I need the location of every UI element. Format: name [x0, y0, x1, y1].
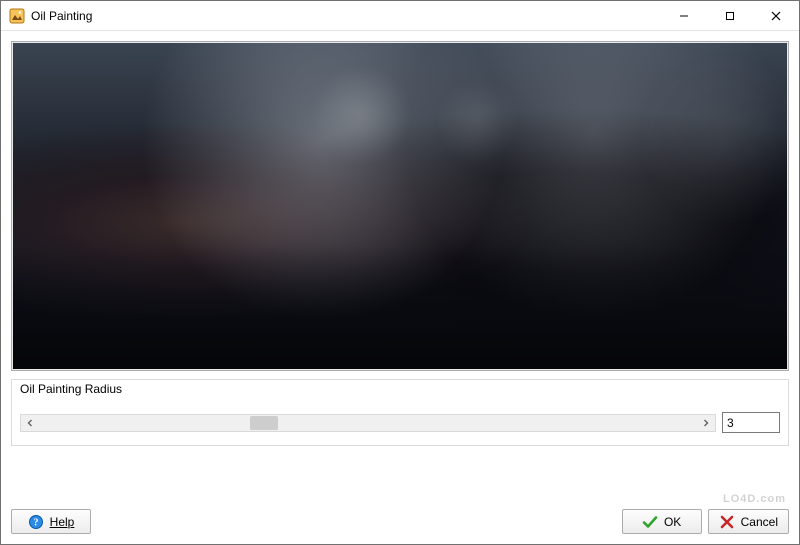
radius-slider-row: [20, 412, 780, 433]
scroll-track-inner[interactable]: [39, 415, 697, 431]
radius-input[interactable]: [722, 412, 780, 433]
preview-image: [13, 43, 787, 369]
ok-button[interactable]: OK: [622, 509, 702, 534]
cross-icon: [719, 514, 735, 530]
help-button-label: Help: [50, 515, 75, 529]
svg-text:?: ?: [33, 517, 38, 528]
button-row: ? Help OK Cance: [11, 505, 789, 534]
spacer: [97, 509, 616, 534]
help-icon: ?: [28, 514, 44, 530]
radius-group: Oil Painting Radius: [11, 379, 789, 446]
cancel-button[interactable]: Cancel: [708, 509, 789, 534]
client-area: Oil Painting Radius: [1, 31, 799, 544]
radius-scrollbar[interactable]: [20, 414, 716, 432]
maximize-button[interactable]: [707, 1, 753, 30]
radius-label: Oil Painting Radius: [20, 382, 780, 396]
close-button[interactable]: [753, 1, 799, 30]
arrow-left-icon[interactable]: [21, 415, 39, 431]
app-icon: [9, 8, 25, 24]
window-title: Oil Painting: [31, 9, 661, 23]
dialog-window: Oil Painting Oil Painting Radius: [0, 0, 800, 545]
title-bar[interactable]: Oil Painting: [1, 1, 799, 31]
minimize-button[interactable]: [661, 1, 707, 30]
arrow-right-icon[interactable]: [697, 415, 715, 431]
preview-frame: [11, 41, 789, 371]
window-controls: [661, 1, 799, 30]
scroll-thumb[interactable]: [250, 416, 278, 430]
help-button[interactable]: ? Help: [11, 509, 91, 534]
cancel-button-label: Cancel: [741, 515, 778, 529]
ok-button-label: OK: [664, 515, 681, 529]
check-icon: [642, 514, 658, 530]
